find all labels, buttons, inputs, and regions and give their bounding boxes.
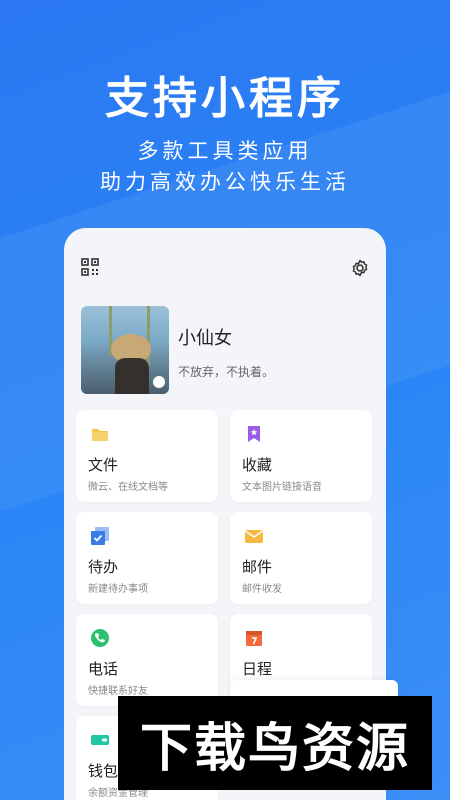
card-files[interactable]: 文件 微云、在线文档等 bbox=[76, 410, 218, 502]
gear-icon[interactable] bbox=[350, 258, 370, 278]
avatar-figure bbox=[115, 358, 149, 394]
wallet-icon bbox=[91, 735, 109, 745]
qr-code-icon[interactable] bbox=[81, 258, 99, 276]
subtitle-line-2: 助力高效办公快乐生活 bbox=[100, 170, 350, 194]
todo-icon bbox=[91, 527, 109, 545]
card-title: 文件 bbox=[88, 456, 119, 474]
card-todo[interactable]: 待办 新建待办事项 bbox=[76, 512, 218, 604]
avatar-badge bbox=[153, 376, 165, 388]
card-desc: 快捷联系好友 bbox=[88, 686, 148, 697]
folder-icon bbox=[92, 429, 108, 441]
avatar[interactable] bbox=[81, 306, 169, 394]
card-title: 钱包 bbox=[88, 762, 119, 780]
bookmark-icon bbox=[248, 426, 260, 442]
card-desc: 微云、在线文档等 bbox=[88, 482, 168, 493]
card-mail[interactable]: 邮件 邮件收发 bbox=[230, 512, 372, 604]
card-title: 收藏 bbox=[242, 456, 273, 474]
card-desc: 新建待办事项 bbox=[88, 584, 148, 595]
watermark: 下载鸟资源 bbox=[118, 696, 432, 790]
headline: 支持小程序 bbox=[105, 73, 345, 124]
card-title: 待办 bbox=[88, 558, 119, 576]
calendar-icon bbox=[246, 631, 262, 646]
phone-icon bbox=[91, 629, 109, 647]
profile-motto: 不放弃，不执着。 bbox=[178, 365, 275, 379]
card-title: 电话 bbox=[88, 660, 119, 678]
card-title: 邮件 bbox=[242, 558, 273, 576]
card-desc: 文本图片链接语音 bbox=[242, 482, 322, 493]
subtitle-line-1: 多款工具类应用 bbox=[137, 139, 313, 163]
card-desc: 邮件收发 bbox=[242, 584, 282, 595]
card-phone[interactable]: 电话 快捷联系好友 bbox=[76, 614, 218, 706]
card-title: 日程 bbox=[242, 660, 273, 678]
profile-name: 小仙女 bbox=[178, 328, 232, 349]
mail-icon bbox=[245, 530, 263, 543]
card-favorites[interactable]: 收藏 文本图片链接语音 bbox=[230, 410, 372, 502]
